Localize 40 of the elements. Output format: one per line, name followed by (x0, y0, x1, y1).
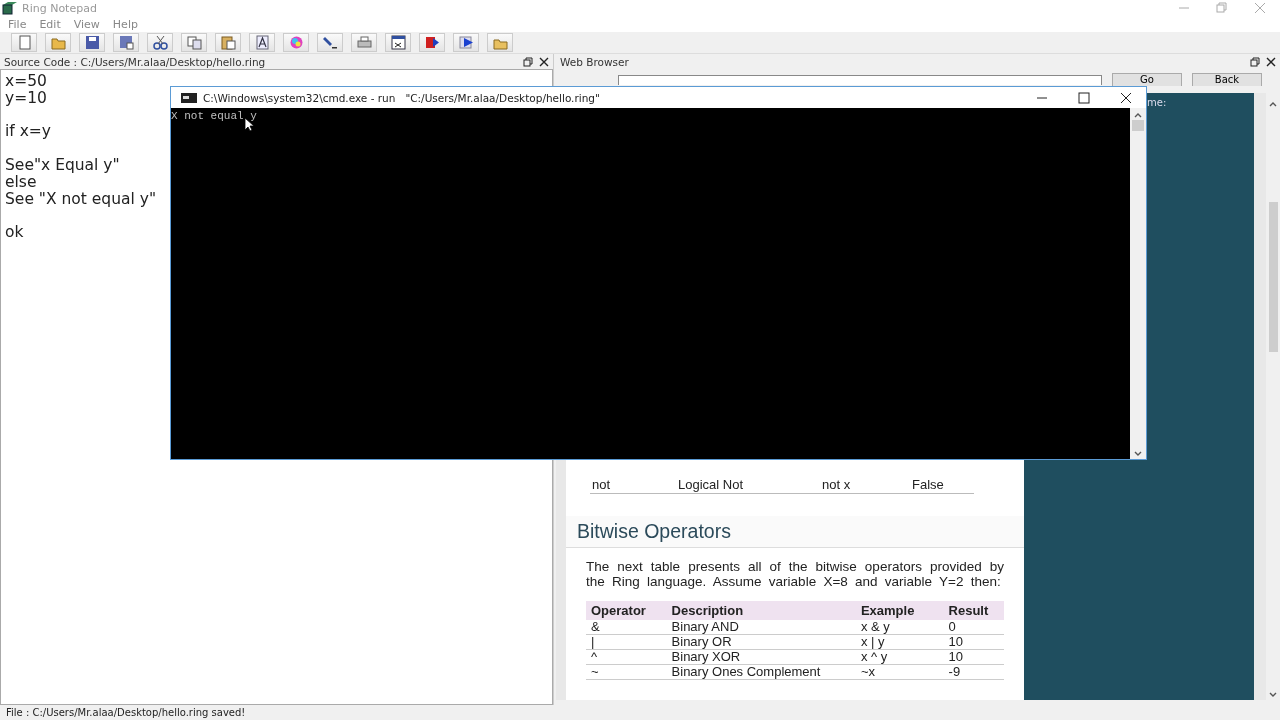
table-cell: ~x (855, 664, 944, 680)
table-cell: x | y (855, 634, 944, 650)
column-header: Operator (586, 601, 667, 620)
code-line: if x=y (5, 123, 52, 141)
table-cell: not (590, 476, 676, 494)
table-cell: ~ (586, 664, 667, 680)
table-cell: not x (820, 476, 910, 494)
table-cell: Binary OR (666, 634, 856, 650)
table-cell: False (910, 476, 974, 494)
panel-title: Web Browser (560, 55, 629, 68)
status-text: File : C:/Users/Mr.alaa/Desktop/hello.ring saved! (6, 707, 246, 718)
table-cell: x & y (855, 620, 944, 635)
table-cell: | (586, 634, 667, 650)
table-cell: Logical Not (676, 476, 820, 494)
column-header: Example (855, 601, 944, 620)
code-line: ok (5, 224, 24, 241)
table-cell: -9 (943, 664, 1004, 680)
code-line: y=10 (5, 89, 47, 107)
column-header: Description (666, 601, 856, 620)
code-line: See"x Equal y" (5, 157, 120, 174)
code-line: else (5, 173, 37, 191)
code-line: See "X not equal y" (5, 190, 157, 208)
table-cell: ^ (586, 649, 667, 665)
table-cell: Binary Ones Complement (666, 664, 856, 680)
table-cell: 0 (943, 620, 1004, 635)
console-title: C:\Windows\system32\cmd.exe - run "C:/Users/Mr.alaa/Desktop/hello.ring" (203, 91, 600, 104)
table-cell: & (586, 620, 667, 635)
table-cell: Binary XOR (666, 649, 856, 665)
window-title: Ring Notepad (22, 1, 97, 15)
column-header: Result (943, 601, 1004, 620)
table-cell: 10 (943, 634, 1004, 650)
table-cell: 10 (943, 649, 1004, 665)
panel-title: Source Code : C:/Users/Mr.alaa/Desktop/hello.ring (4, 55, 266, 68)
sidebar-text: me: (1147, 97, 1167, 108)
section-heading: Bitwise Operators (577, 520, 731, 543)
table-cell: Binary AND (666, 620, 856, 635)
paragraph: The next table presents all of the bitwise operators provided by the Ring language. Assume variable X=8 and variable Y=2 then: (586, 560, 1004, 589)
console-output: X not equal y (171, 110, 257, 122)
code-line: x=50 (5, 73, 47, 90)
table-cell: x ^ y (855, 649, 944, 665)
